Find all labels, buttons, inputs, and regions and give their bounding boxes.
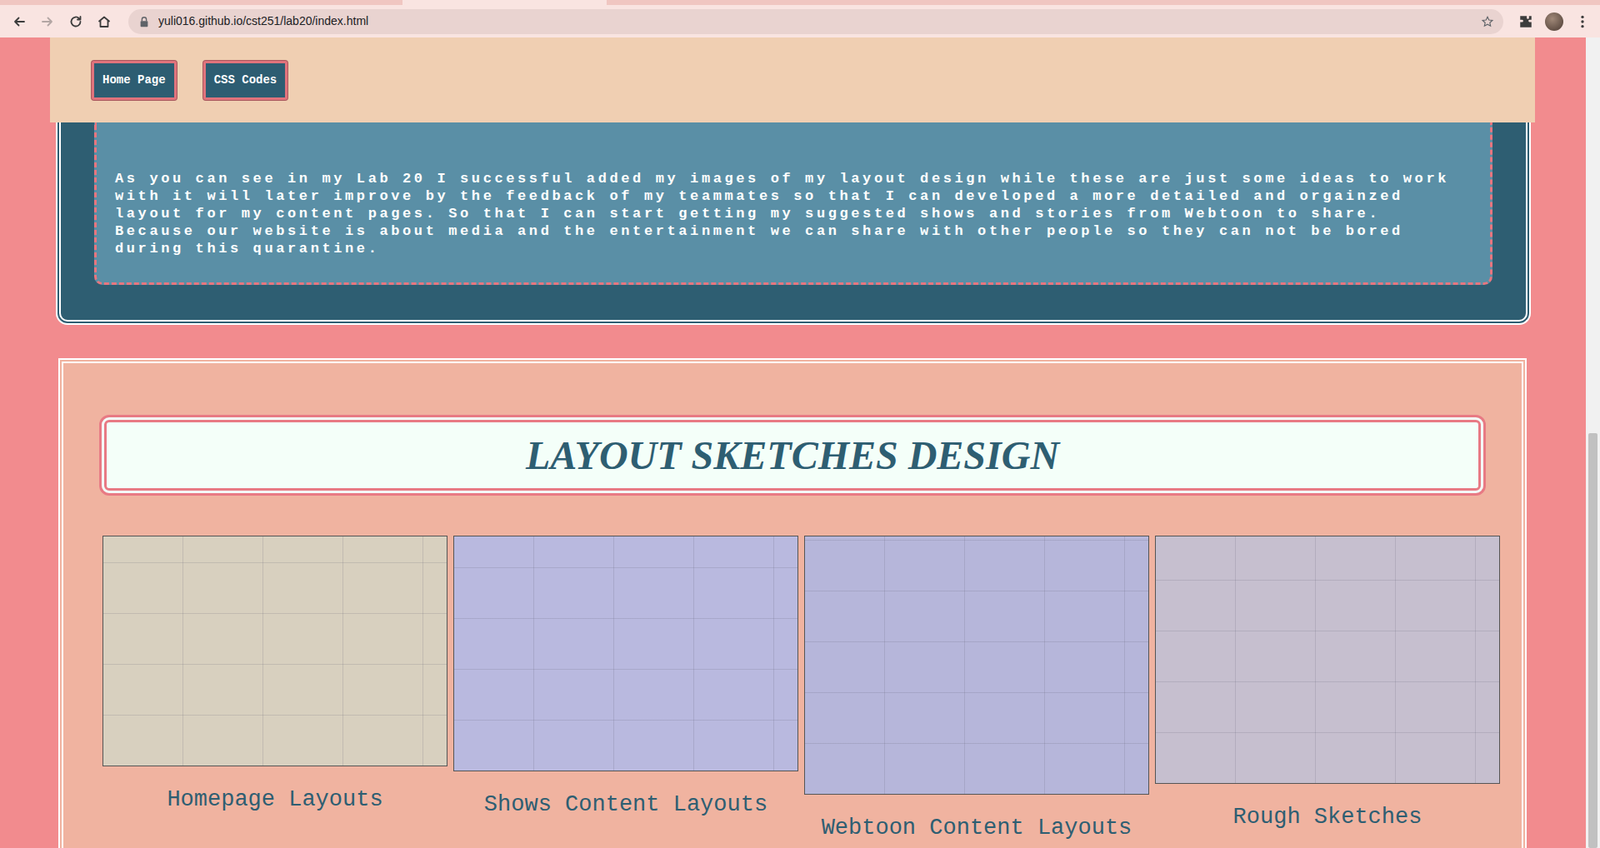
- reload-button[interactable]: [63, 9, 89, 35]
- nav-button[interactable]: CSS Codes: [203, 60, 289, 100]
- sketch-photo[interactable]: [102, 535, 448, 767]
- home-button[interactable]: [91, 9, 117, 35]
- sketch-caption: Webtoon Content Layouts: [821, 811, 1133, 846]
- sketch-item: Webtoon Content Layouts: [804, 535, 1150, 846]
- sketch-item: Rough Sketches: [1155, 535, 1500, 835]
- intro-section: As you can see in my Lab 20 I successful…: [55, 122, 1531, 325]
- sketch-caption: Rough Sketches: [1233, 800, 1423, 835]
- nav-button[interactable]: Home Page: [91, 60, 177, 100]
- url-text[interactable]: yuli016.github.io/cst251/lab20/index.htm…: [158, 12, 1474, 30]
- sketch-item: Homepage Layouts: [102, 535, 448, 818]
- back-icon: [11, 14, 27, 30]
- sketch-photo[interactable]: [453, 535, 799, 772]
- back-button[interactable]: [6, 9, 32, 35]
- scrollbar-thumb[interactable]: [1588, 433, 1598, 848]
- menu-icon[interactable]: [1570, 9, 1595, 35]
- browser-viewport: Home Page CSS Codes As you can see in my …: [0, 37, 1600, 848]
- forward-button[interactable]: [35, 9, 60, 35]
- browser-tab[interactable]: [402, 0, 607, 5]
- lock-icon: [138, 15, 150, 28]
- sketch-photo[interactable]: [804, 535, 1150, 795]
- sketch-gallery: Homepage Layouts Shows Content Layouts Web…: [102, 535, 1486, 846]
- sketch-caption: Homepage Layouts: [166, 783, 383, 818]
- gallery-title-box: LAYOUT SKETCHES DESIGN: [99, 415, 1486, 496]
- intro-text: As you can see in my Lab 20 I successful…: [94, 122, 1493, 285]
- extensions-icon[interactable]: [1513, 9, 1539, 35]
- address-bar[interactable]: yuli016.github.io/cst251/lab20/index.htm…: [128, 9, 1504, 35]
- sketch-photo[interactable]: [1155, 535, 1500, 785]
- gallery-section: LAYOUT SKETCHES DESIGN Homepage Layouts S…: [58, 358, 1527, 848]
- sketch-item: Shows Content Layouts: [453, 535, 799, 823]
- site-header: Home Page CSS Codes: [50, 37, 1535, 123]
- forward-icon: [40, 14, 55, 30]
- scrollbar[interactable]: [1585, 37, 1600, 848]
- star-icon[interactable]: [1481, 15, 1494, 28]
- home-icon: [96, 14, 112, 30]
- toolbar-buttons: [6, 9, 117, 35]
- sketch-caption: Shows Content Layouts: [484, 788, 768, 823]
- reload-icon: [68, 14, 84, 30]
- browser-toolbar: yuli016.github.io/cst251/lab20/index.htm…: [0, 5, 1600, 38]
- gallery-title: LAYOUT SKETCHES DESIGN: [525, 431, 1060, 480]
- web-page: Home Page CSS Codes As you can see in my …: [0, 37, 1586, 848]
- profile-avatar-icon[interactable]: [1541, 9, 1567, 35]
